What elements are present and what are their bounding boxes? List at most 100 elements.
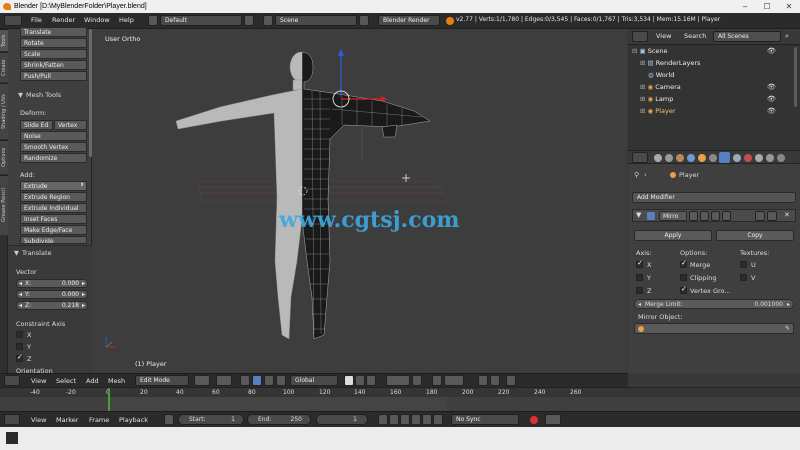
outliner-row-lamp[interactable]: ⊞ ◉ Lamp	[640, 93, 800, 105]
constraints-tab-icon[interactable]	[709, 154, 717, 162]
extrude-individual-button[interactable]: Extrude Individual	[20, 203, 87, 213]
world-tab-icon[interactable]	[687, 154, 695, 162]
tab-options[interactable]: Options	[0, 140, 8, 174]
layout-selector[interactable]: Default	[160, 15, 242, 26]
face-select-mode[interactable]	[366, 375, 376, 386]
physics-tab-icon[interactable]	[777, 154, 785, 162]
vector-y-field[interactable]: ◂ Y: 0.000 ▸	[16, 290, 88, 299]
scene-selector[interactable]: Scene	[275, 15, 357, 26]
extrude-dropdown[interactable]: Extrude	[20, 181, 87, 191]
modifier-remove-icon[interactable]: ✕	[784, 211, 790, 219]
play-button[interactable]	[411, 414, 421, 425]
edge-select-mode[interactable]	[355, 375, 365, 386]
collapse-arrow-icon[interactable]: ▼	[18, 91, 23, 99]
noise-button[interactable]: Noise	[20, 131, 87, 141]
constraint-x-checkbox[interactable]	[16, 331, 23, 338]
randomize-button[interactable]: Randomize	[20, 153, 87, 163]
camera-visibility-icon[interactable]: 👁	[767, 83, 776, 91]
properties-editor-icon[interactable]	[632, 152, 648, 163]
minimize-button[interactable]: –	[734, 0, 756, 13]
render-tab-icon[interactable]	[654, 154, 662, 162]
outliner-scrollbar[interactable]	[794, 47, 797, 107]
make-edge-face-button[interactable]: Make Edge/Face	[20, 225, 87, 235]
scene-add-button[interactable]	[359, 15, 369, 26]
pin-icon[interactable]: ⚲	[634, 171, 639, 179]
mode-selector[interactable]: Edit Mode	[135, 375, 189, 386]
material-tab-icon[interactable]	[744, 154, 752, 162]
shrink-fatten-button[interactable]: Shrink/Fatten	[20, 60, 87, 70]
jump-start-button[interactable]	[378, 414, 388, 425]
constraint-y-checkbox[interactable]	[16, 343, 23, 350]
maximize-button[interactable]: ☐	[756, 0, 778, 13]
translate-manipulator[interactable]	[252, 375, 262, 386]
modifier-name-field[interactable]: Mirro	[659, 211, 687, 221]
timeline[interactable]: -40 -20 0 20 40 60 80 100 120 140 160 18…	[0, 387, 800, 412]
operator-collapse-icon[interactable]: ▼	[14, 249, 19, 257]
axis-x-checkbox[interactable]	[636, 259, 643, 268]
modifier-viewport-toggle[interactable]	[700, 211, 709, 221]
merge-limit-field[interactable]: ◂ Merge Limit: 0.001000 ▸	[634, 299, 794, 309]
eyedropper-icon[interactable]: ✎	[785, 325, 790, 332]
copy-button[interactable]: Copy	[716, 230, 794, 241]
pivot-selector[interactable]	[216, 375, 232, 386]
start-frame-field[interactable]: Start: 1	[178, 414, 244, 425]
player-visibility-icon[interactable]: 👁	[767, 107, 776, 115]
axis-z-checkbox[interactable]	[636, 287, 643, 294]
modifier-collapse-icon[interactable]: ▼	[636, 211, 641, 219]
lamp-visibility-icon[interactable]: 👁	[767, 95, 776, 103]
falloff-selector[interactable]	[412, 375, 422, 386]
texture-tab-icon[interactable]	[755, 154, 763, 162]
timeline-frame-menu[interactable]: Frame	[89, 416, 109, 424]
preview-range-toggle[interactable]	[164, 414, 174, 425]
modifiers-tab-icon[interactable]	[719, 152, 730, 163]
current-frame-field[interactable]: 1	[316, 414, 368, 425]
next-keyframe-button[interactable]	[422, 414, 432, 425]
tab-shading-uvs[interactable]: Shading / UVs	[0, 83, 8, 139]
outliner-row-camera[interactable]: ⊞ ◉ Camera	[640, 81, 800, 93]
inset-faces-button[interactable]: Inset Faces	[20, 214, 87, 224]
orientation-selector[interactable]: Global	[290, 375, 338, 386]
add-modifier-dropdown[interactable]: Add Modifier	[632, 192, 796, 203]
vertex-select-mode[interactable]	[344, 375, 354, 386]
modifier-move-down-button[interactable]	[767, 211, 777, 221]
menu-render[interactable]: Render	[52, 16, 75, 24]
end-frame-field[interactable]: End: 250	[247, 414, 311, 425]
play-reverse-button[interactable]	[400, 414, 410, 425]
layout-icon[interactable]	[148, 15, 158, 26]
texture-v-checkbox[interactable]	[740, 274, 747, 281]
vector-x-field[interactable]: ◂ X: 0.000 ▸	[16, 279, 88, 288]
tab-tools[interactable]: Tools	[0, 29, 8, 51]
apply-button[interactable]: Apply	[634, 230, 712, 241]
outliner-filter-dropdown[interactable]: All Scenes	[713, 31, 781, 42]
close-button[interactable]: ✕	[778, 0, 800, 13]
vertex-groups-checkbox[interactable]	[680, 285, 687, 294]
slide-vertex-button[interactable]: Vertex	[54, 120, 87, 130]
viewport-mesh-menu[interactable]: Mesh	[108, 377, 125, 385]
manipulator-toggle[interactable]	[240, 375, 250, 386]
keying-set-selector[interactable]	[545, 414, 561, 425]
proportional-edit-toggle[interactable]	[386, 375, 410, 386]
smooth-vertex-button[interactable]: Smooth Vertex	[20, 142, 87, 152]
vector-z-field[interactable]: ◂ Z: 0.218 ▸	[16, 301, 88, 310]
timeline-view-menu[interactable]: View	[31, 416, 46, 424]
jump-end-button[interactable]	[433, 414, 443, 425]
prev-keyframe-button[interactable]	[389, 414, 399, 425]
properties-context-tabs[interactable]	[654, 152, 796, 163]
outliner-row-world[interactable]: ◍ World	[648, 69, 800, 81]
mirror-object-field[interactable]: ✎	[634, 323, 794, 334]
modifier-cage-toggle[interactable]	[722, 211, 731, 221]
menu-window[interactable]: Window	[84, 16, 110, 24]
windows-start-icon[interactable]	[6, 432, 18, 444]
constraint-z-checkbox[interactable]	[16, 353, 23, 362]
axis-y-checkbox[interactable]	[636, 274, 643, 281]
record-keyframe-icon[interactable]	[530, 416, 538, 424]
scale-manipulator[interactable]	[276, 375, 286, 386]
timeline-marker-menu[interactable]: Marker	[56, 416, 78, 424]
menu-help[interactable]: Help	[119, 16, 134, 24]
tab-create[interactable]: Create	[0, 52, 8, 82]
shading-selector[interactable]	[194, 375, 210, 386]
snap-toggle[interactable]	[432, 375, 442, 386]
snap-element-selector[interactable]	[444, 375, 464, 386]
extrude-region-button[interactable]: Extrude Region	[20, 192, 87, 202]
3d-viewport[interactable]: User Ortho www.cgtsj.com (1) Player	[92, 29, 627, 373]
